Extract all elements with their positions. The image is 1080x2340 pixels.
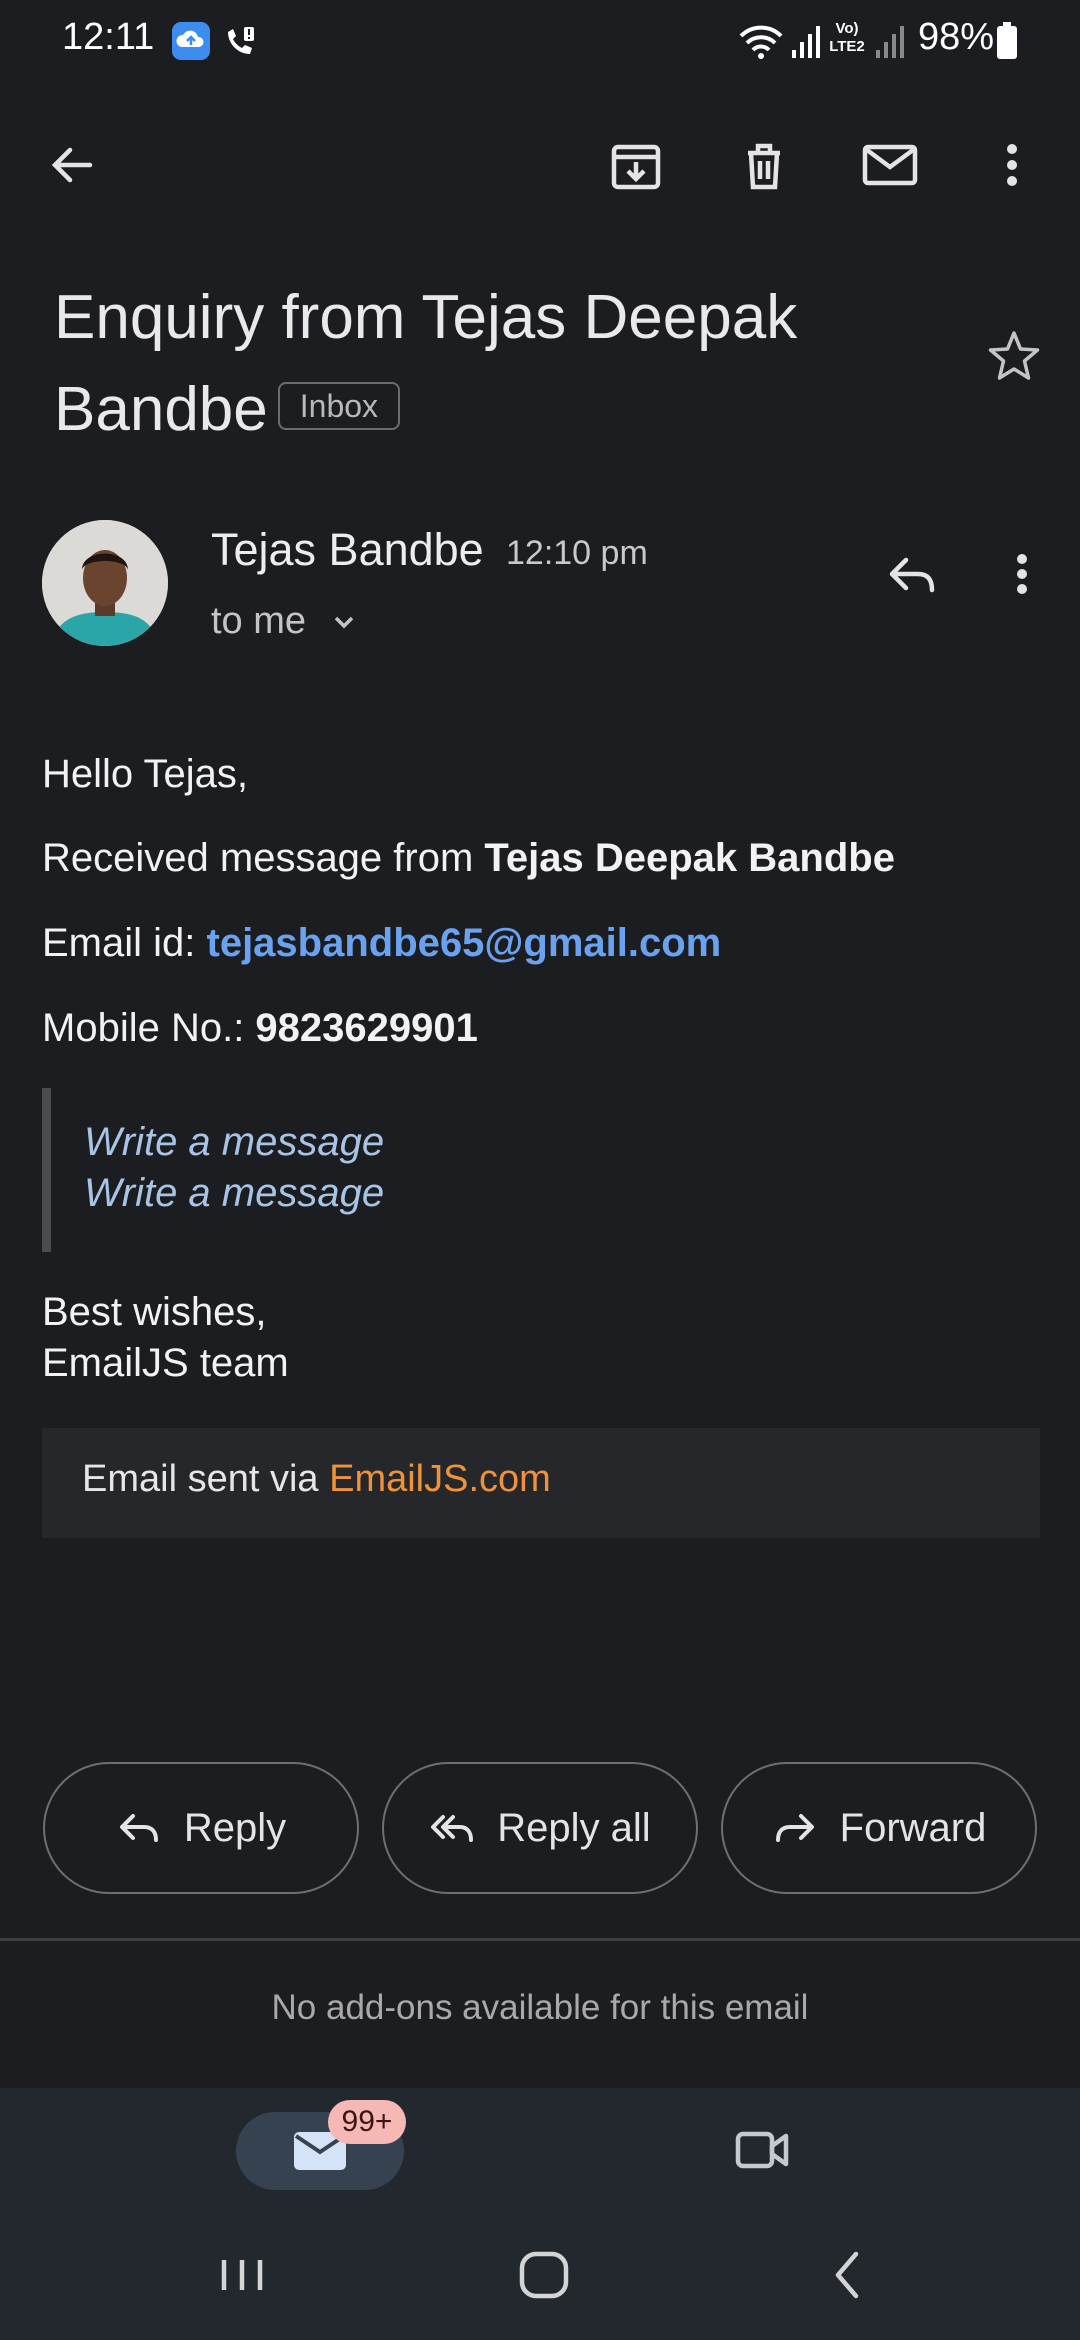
back-button[interactable] [42, 135, 102, 195]
signal-icon [790, 22, 820, 60]
emailjs-link[interactable]: EmailJS.com [329, 1458, 551, 1500]
arrow-back-icon [51, 147, 93, 183]
received-prefix: Received message from [42, 836, 485, 880]
video-camera-icon [735, 2131, 789, 2169]
call-alert-icon [222, 24, 258, 60]
home-button[interactable] [514, 2240, 574, 2310]
back-nav-button[interactable] [816, 2240, 876, 2310]
inbox-label-chip[interactable]: Inbox [277, 381, 401, 430]
sent-time: 12:10 pm [506, 534, 648, 572]
received-line: Received message from Tejas Deepak Bandb… [42, 836, 895, 881]
received-name: Tejas Deepak Bandbe [484, 836, 895, 880]
reply-all-label: Reply all [497, 1805, 651, 1850]
message-more-button[interactable] [994, 546, 1050, 602]
email-id-link[interactable]: tejasbandbe65@gmail.com [207, 921, 722, 965]
signoff-team: EmailJS team [42, 1341, 289, 1385]
email-id-label: Email id: [42, 921, 207, 965]
reply-icon [119, 1814, 158, 1842]
reply-all-button[interactable]: Reply all [382, 1762, 698, 1894]
archive-button[interactable] [606, 135, 666, 195]
quote-bar [42, 1088, 51, 1252]
home-icon [519, 2251, 569, 2299]
wifi-icon [738, 22, 784, 62]
battery-percent: 98% [918, 16, 995, 58]
email-subject: Enquiry from Tejas Deepak Bandbe Inbox [54, 272, 934, 456]
recent-apps-icon [221, 2260, 263, 2290]
email-id-line: Email id: tejasbandbe65@gmail.com [42, 921, 721, 966]
quote-line: Write a message [84, 1171, 385, 1215]
sender-photo [42, 520, 168, 646]
footer-text: Email sent via EmailJS.com [82, 1458, 551, 1501]
reply-label: Reply [183, 1805, 287, 1850]
status-bar: 12:11 Vo) LTE2 98% [0, 0, 1080, 84]
battery-icon [996, 22, 1018, 60]
more-options-button[interactable] [982, 135, 1042, 195]
cloud-sync-icon [172, 22, 210, 60]
recipient-summary[interactable]: to me [211, 600, 306, 643]
back-chevron-icon [835, 2251, 859, 2299]
mark-unread-button[interactable] [860, 135, 920, 195]
more-vert-icon [1017, 554, 1027, 594]
mobile-number[interactable]: 9823629901 [255, 1006, 477, 1050]
unread-count-badge: 99+ [328, 2100, 406, 2144]
forward-button[interactable]: Forward [721, 1762, 1037, 1894]
divider [0, 1938, 1080, 1941]
star-icon [988, 331, 1040, 380]
archive-icon [611, 144, 661, 190]
forward-icon [775, 1814, 814, 1842]
footer-prefix: Email sent via [82, 1458, 330, 1500]
subject-text: Enquiry from Tejas Deepak Bandbe [54, 283, 798, 444]
more-vert-icon [1007, 144, 1017, 186]
star-button[interactable] [985, 328, 1043, 386]
status-time: 12:11 [62, 16, 155, 58]
signoff-line: Best wishes, [42, 1290, 267, 1334]
greeting: Hello Tejas, [42, 752, 249, 796]
mail-icon [862, 144, 918, 186]
reply-icon [889, 557, 935, 593]
network-type-label: Vo) LTE2 [829, 20, 865, 55]
reply-button[interactable]: Reply [43, 1762, 359, 1894]
avatar[interactable] [42, 520, 168, 646]
reply-quick-button[interactable] [884, 546, 940, 602]
mobile-line: Mobile No.: 9823629901 [42, 1006, 478, 1051]
signal-2-icon [874, 22, 904, 60]
sender-name[interactable]: Tejas Bandbe [211, 524, 484, 576]
forward-label: Forward [839, 1805, 987, 1850]
nav-meet-tab[interactable] [732, 2122, 792, 2178]
delete-button[interactable] [734, 135, 794, 195]
delete-icon [748, 143, 780, 190]
quote-line: Write a message [84, 1120, 385, 1164]
recent-apps-button[interactable] [212, 2240, 272, 2310]
mobile-label: Mobile No.: [42, 1006, 256, 1050]
reply-all-icon [431, 1815, 474, 1842]
chevron-down-icon[interactable] [328, 606, 360, 638]
addons-message: No add-ons available for this email [271, 1988, 809, 2027]
emailjs-footer: Email sent via EmailJS.com [42, 1428, 1040, 1538]
